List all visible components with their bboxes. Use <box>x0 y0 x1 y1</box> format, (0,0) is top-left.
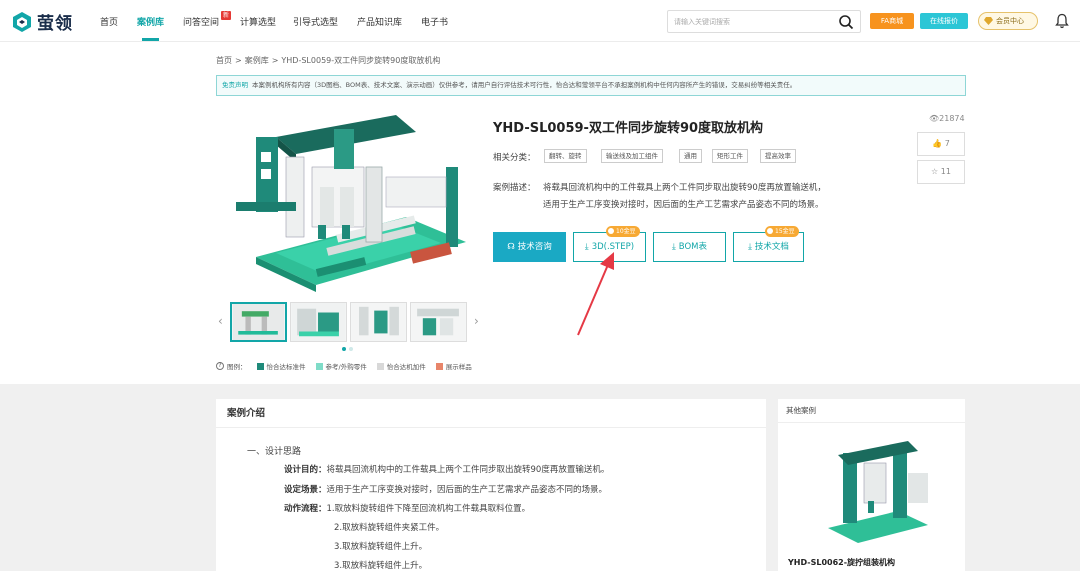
flow-step: 2.取放料旋转组件夹紧工件。 <box>334 523 445 533</box>
logo[interactable]: 萤领 <box>12 9 73 34</box>
nav-knowledge-base[interactable]: 产品知识库 <box>357 15 402 28</box>
search-input[interactable] <box>674 15 834 29</box>
step-cost-badge: 10金豆 <box>606 226 640 237</box>
flow-step: 3.取放料旋转组件上升。 <box>334 542 428 552</box>
main-product-image[interactable] <box>216 107 484 297</box>
legend-swatch-standard <box>256 362 264 370</box>
logo-text: 萤领 <box>37 14 73 34</box>
download-bom-button[interactable]: ⤓ BOM表 <box>653 232 726 262</box>
flow-label: 动作流程： <box>284 504 327 514</box>
description-label: 案例描述： <box>493 183 536 193</box>
thumbnail-strip: ‹ › <box>216 300 486 345</box>
red-arrow-annotation <box>577 252 614 336</box>
category-tag[interactable]: 通用 <box>679 149 702 163</box>
star-icon: ☆ <box>931 167 939 176</box>
nav-home[interactable]: 首页 <box>100 15 118 28</box>
diamond-icon <box>984 17 993 25</box>
section-title: 一、设计思路 <box>247 447 302 457</box>
vip-center-label: 会员中心 <box>996 17 1024 25</box>
scene-row: 设定场景：适用于生产工序变换对接时，因后面的生产工艺需求产品姿态不同的场景。 <box>284 483 607 495</box>
breadcrumb-separator: > <box>271 56 279 65</box>
doc-cost-badge: 15金豆 <box>765 226 799 237</box>
nav-ebook[interactable]: 电子书 <box>421 15 448 28</box>
favorite-button[interactable]: ☆ 11 <box>917 160 965 184</box>
thumb-prev-icon[interactable]: ‹ <box>218 314 223 328</box>
other-case-image[interactable] <box>798 433 948 551</box>
notice-title: 免责声明 <box>222 81 248 89</box>
thumbnail[interactable] <box>290 302 347 342</box>
top-nav: 萤领 首页 案例库 问答空间 新 计算选型 引导式选型 产品知识库 电子书 FA… <box>0 0 1080 42</box>
nav-active-indicator <box>142 38 159 41</box>
purpose-row: 设计目的：将载具回流机构中的工件载具上两个工件同步取出旋转90度再放置输送机。 <box>284 463 609 475</box>
category-tag[interactable]: 翻转、旋转 <box>544 149 587 163</box>
flow-step: 3.取放料旋转组件上升。 <box>334 561 428 571</box>
flow-row: 动作流程：1.取放料旋转组件下降至回流机构工件载具取料位置。 <box>284 502 530 514</box>
legend-item: 怡合达标准件 <box>266 363 306 371</box>
thumb-next-icon[interactable]: › <box>474 314 479 328</box>
case-intro-panel: 案例介绍 一、设计思路 设计目的：将载具回流机构中的工件载具上两个工件同步取出旋… <box>216 399 766 571</box>
legend-label: 图例： <box>227 363 247 371</box>
headset-icon: ☊ <box>507 242 515 252</box>
download-icon: ⤓ <box>748 242 752 252</box>
scene-text: 适用于生产工序变换对接时，因后面的生产工艺需求产品姿态不同的场景。 <box>326 485 608 495</box>
breadcrumb-separator: > <box>235 56 242 65</box>
scene-label: 设定场景： <box>284 485 327 495</box>
logo-icon <box>13 11 31 32</box>
new-badge: 新 <box>221 11 231 20</box>
thumbnail[interactable] <box>230 302 287 342</box>
legend-swatch-machined <box>376 362 384 370</box>
breadcrumb-case-library[interactable]: 案例库 <box>245 56 269 65</box>
breadcrumb-home[interactable]: 首页 <box>216 56 232 65</box>
legend-swatch-sample <box>435 362 443 370</box>
legend-item: 展示样品 <box>445 363 472 371</box>
eye-icon: 👁 <box>929 114 940 123</box>
case-intro-header: 案例介绍 <box>216 399 766 428</box>
description-line: 将载具回流机构中的工件载具上两个工件同步取出旋转90度再放置输送机， <box>543 183 826 193</box>
disclaimer-notice: 免责声明 本案例机构所有内容（3D图档、BOM表、技术文案、演示动画）仅供参考，请… <box>216 75 966 96</box>
flow-step: 1.取放料旋转组件下降至回流机构工件载具取料位置。 <box>326 504 531 514</box>
carousel-dots <box>342 347 353 351</box>
category-label: 相关分类： <box>493 153 536 163</box>
page-title: YHD-SL0059-双工件同步旋转90度取放机构 <box>493 121 764 136</box>
other-cases-panel: 其他案例 <box>778 399 965 571</box>
breadcrumb: 首页 > 案例库 > YHD-SL0059-双工件同步旋转90度取放机构 <box>216 55 443 66</box>
help-icon[interactable]: ? <box>216 362 224 370</box>
thumbnail[interactable] <box>350 302 407 342</box>
nav-case-library[interactable]: 案例库 <box>137 15 164 28</box>
description-line: 适用于生产工序变换对接时，因后面的生产工艺需求产品姿态不同的场景。 <box>543 200 824 210</box>
bell-icon[interactable] <box>1055 13 1069 29</box>
search-box <box>667 10 861 33</box>
tech-consult-button[interactable]: ☊ 技术咨询 <box>493 232 566 262</box>
notice-text: 本案例机构所有内容（3D图档、BOM表、技术文案、演示动画）仅供参考，请用户自行… <box>252 81 797 89</box>
view-count: 👁21874 <box>929 114 965 123</box>
purpose-text: 将载具回流机构中的工件载具上两个工件同步取出旋转90度再放置输送机。 <box>326 465 610 475</box>
purpose-label: 设计目的： <box>284 465 327 475</box>
legend-swatch-reference <box>315 362 323 370</box>
download-icon: ⤓ <box>672 242 676 252</box>
other-cases-header: 其他案例 <box>778 399 965 423</box>
category-tag[interactable]: 提高效率 <box>760 149 796 163</box>
other-case-title[interactable]: YHD-SL0062-旋拧组装机构 <box>788 557 895 568</box>
online-quote-button[interactable]: 在线报价 <box>920 13 968 29</box>
image-legend: ? 图例： 怡合达标准件 参考/外购零件 怡合达机加件 展示样品 <box>216 361 472 371</box>
carousel-dot[interactable] <box>349 347 353 351</box>
legend-item: 怡合达机加件 <box>386 363 426 371</box>
search-icon[interactable] <box>838 14 854 30</box>
like-button[interactable]: 👍 7 <box>917 132 965 156</box>
nav-guided-selection[interactable]: 引导式选型 <box>293 15 338 28</box>
carousel-dot[interactable] <box>342 347 346 351</box>
category-tag[interactable]: 输送线及加工组件 <box>601 149 663 163</box>
vip-center-button[interactable]: 会员中心 <box>978 12 1038 30</box>
fa-mall-button[interactable]: FA商城 <box>870 13 914 29</box>
thumbs-up-icon: 👍 <box>932 139 943 148</box>
nav-calc-selection[interactable]: 计算选型 <box>240 15 276 28</box>
category-tag[interactable]: 矩形工件 <box>712 149 748 163</box>
nav-qa-space[interactable]: 问答空间 <box>183 15 219 28</box>
thumbnail[interactable] <box>410 302 467 342</box>
legend-item: 参考/外购零件 <box>325 363 367 371</box>
breadcrumb-current: YHD-SL0059-双工件同步旋转90度取放机构 <box>281 56 441 65</box>
